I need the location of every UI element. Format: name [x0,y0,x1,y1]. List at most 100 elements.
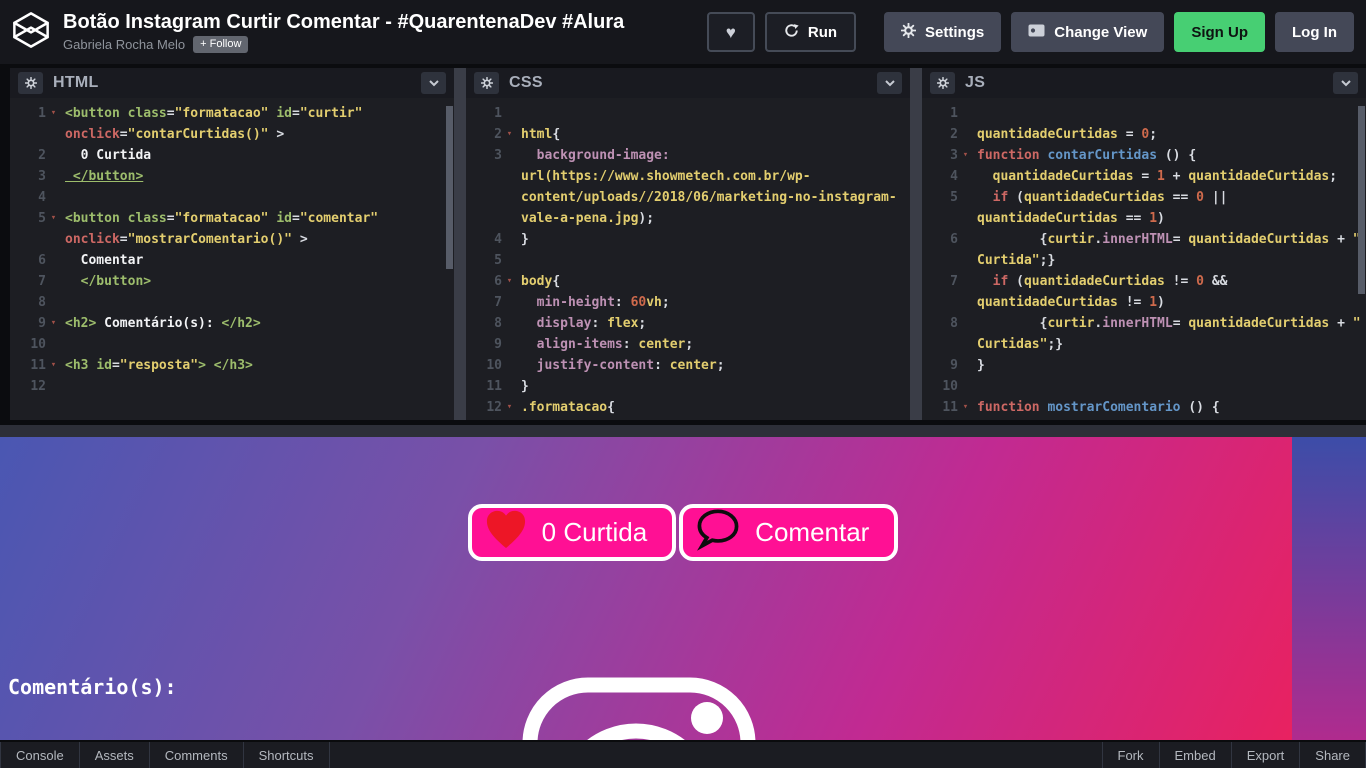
code-line: onclick="contarCurtidas()" > [10,124,454,145]
code-line: 4 [10,187,454,208]
heart-icon: ♥ [726,24,736,41]
preview-pane: 0 Curtida Comentar Comentário(s): [0,437,1366,740]
chevron-down-icon[interactable] [877,72,902,94]
code-line: 3▾function contarCurtidas () { [922,145,1366,166]
css-editor-panel: CSS 12▾html{3 background-image:url(https… [466,68,910,420]
shortcuts-button[interactable]: Shortcuts [243,742,330,768]
code-line: 11} [466,376,910,397]
settings-button[interactable]: Settings [884,12,1001,52]
code-line: 7 if (quantidadeCurtidas != 0 && [922,271,1366,292]
js-code-area[interactable]: 12quantidadeCurtidas = 0;3▾function cont… [922,98,1366,418]
pen-title: Botão Instagram Curtir Comentar - #Quare… [63,11,624,33]
sign-up-button[interactable]: Sign Up [1174,12,1265,52]
fork-button[interactable]: Fork [1102,742,1159,768]
code-line: 5 [466,250,910,271]
html-code-area[interactable]: 1▾<button class="formatacao" id="curtir"… [10,98,454,397]
code-line: 6 {curtir.innerHTML= quantidadeCurtidas … [922,229,1366,250]
bottom-bar-left: Console Assets Comments Shortcuts [0,742,330,768]
site-header: Botão Instagram Curtir Comentar - #Quare… [0,0,1366,64]
follow-button[interactable]: + Follow [193,36,248,53]
code-line: 8 display: flex; [466,313,910,334]
gear-icon[interactable] [474,72,499,94]
comments-heading: Comentário(s): [8,675,177,699]
change-view-button[interactable]: Change View [1011,12,1164,52]
code-line: 11▾function mostrarComentario () { [922,397,1366,418]
editor-row: HTML 1▾<button class="formatacao" id="cu… [0,64,1366,425]
run-button[interactable]: Run [765,12,856,52]
js-editor-panel: JS 12quantidadeCurtidas = 0;3▾function c… [922,68,1366,420]
editor-label: CSS [509,74,867,92]
code-line: 1 [922,103,1366,124]
code-line: 6 Comentar [10,250,454,271]
code-line: vale-a-pena.jpg); [466,208,910,229]
code-line: 8 [10,292,454,313]
scrollbar-thumb[interactable] [446,106,453,269]
code-line: 9 align-items: center; [466,334,910,355]
comentar-button[interactable]: Comentar [679,504,898,561]
code-line: 7 </button> [10,271,454,292]
code-line: 4 quantidadeCurtidas = 1 + quantidadeCur… [922,166,1366,187]
html-panel-header: HTML [10,68,454,98]
js-panel-header: JS [922,68,1366,98]
log-in-button[interactable]: Log In [1275,12,1354,52]
browser-window-icon [1028,24,1045,41]
codepen-logo-icon[interactable] [12,11,50,54]
share-button[interactable]: Share [1299,742,1366,768]
code-line: 7 min-height: 60vh; [466,292,910,313]
code-line: 8 {curtir.innerHTML= quantidadeCurtidas … [922,313,1366,334]
preview-button-row: 0 Curtida Comentar [0,504,1366,561]
heart-icon [484,509,528,556]
bottom-bar-right: Fork Embed Export Share [1102,742,1366,768]
chevron-down-icon[interactable] [1333,72,1358,94]
code-line: Curtida";} [922,250,1366,271]
curtir-button[interactable]: 0 Curtida [468,504,677,561]
instagram-logo [518,674,758,740]
code-line: 2 0 Curtida [10,145,454,166]
code-line: 3 </button> [10,166,454,187]
chevron-down-icon[interactable] [421,72,446,94]
code-line: 10 justify-content: center; [466,355,910,376]
console-button[interactable]: Console [0,742,79,768]
code-line: 1 [466,103,910,124]
gear-icon [901,23,916,42]
export-button[interactable]: Export [1231,742,1300,768]
code-line: 6▾body{ [466,271,910,292]
code-line: 2quantidadeCurtidas = 0; [922,124,1366,145]
embed-button[interactable]: Embed [1159,742,1231,768]
code-line: 12 [10,376,454,397]
gear-icon[interactable] [18,72,43,94]
css-code-area[interactable]: 12▾html{3 background-image:url(https://w… [466,98,910,418]
code-line: 4} [466,229,910,250]
panel-resizer[interactable] [454,68,466,420]
pen-author[interactable]: Gabriela Rocha Melo [63,37,185,52]
header-actions: ♥ Run Settings [707,12,1354,52]
code-line: 1▾<button class="formatacao" id="curtir" [10,103,454,124]
background-image-seam [1292,437,1366,740]
html-editor-panel: HTML 1▾<button class="formatacao" id="cu… [10,68,454,420]
code-line: 9} [922,355,1366,376]
scrollbar-thumb[interactable] [1358,106,1365,294]
like-pen-button[interactable]: ♥ [707,12,755,52]
code-line: 12▾.formatacao{ [466,397,910,418]
code-line: url(https://www.showmetech.com.br/wp- [466,166,910,187]
pen-title-block: Botão Instagram Curtir Comentar - #Quare… [63,11,624,53]
panel-resizer[interactable] [910,68,922,420]
code-line: 11▾<h3 id="resposta"> </h3> [10,355,454,376]
gear-icon[interactable] [930,72,955,94]
code-line: 5 if (quantidadeCurtidas == 0 || [922,187,1366,208]
header-left: Botão Instagram Curtir Comentar - #Quare… [12,11,624,54]
code-line: onclick="mostrarComentario()" > [10,229,454,250]
css-panel-header: CSS [466,68,910,98]
code-line: quantidadeCurtidas != 1) [922,292,1366,313]
bottom-bar: Console Assets Comments Shortcuts Fork E… [0,740,1366,768]
code-line: 9▾<h2> Comentário(s): </h2> [10,313,454,334]
speech-bubble-icon [695,507,741,558]
code-line: 3 background-image: [466,145,910,166]
code-line: quantidadeCurtidas == 1) [922,208,1366,229]
comments-button[interactable]: Comments [149,742,243,768]
assets-button[interactable]: Assets [79,742,149,768]
preview-resize-bar[interactable] [0,425,1366,437]
code-line: Curtidas";} [922,334,1366,355]
code-line: 10 [10,334,454,355]
code-line: 10 [922,376,1366,397]
